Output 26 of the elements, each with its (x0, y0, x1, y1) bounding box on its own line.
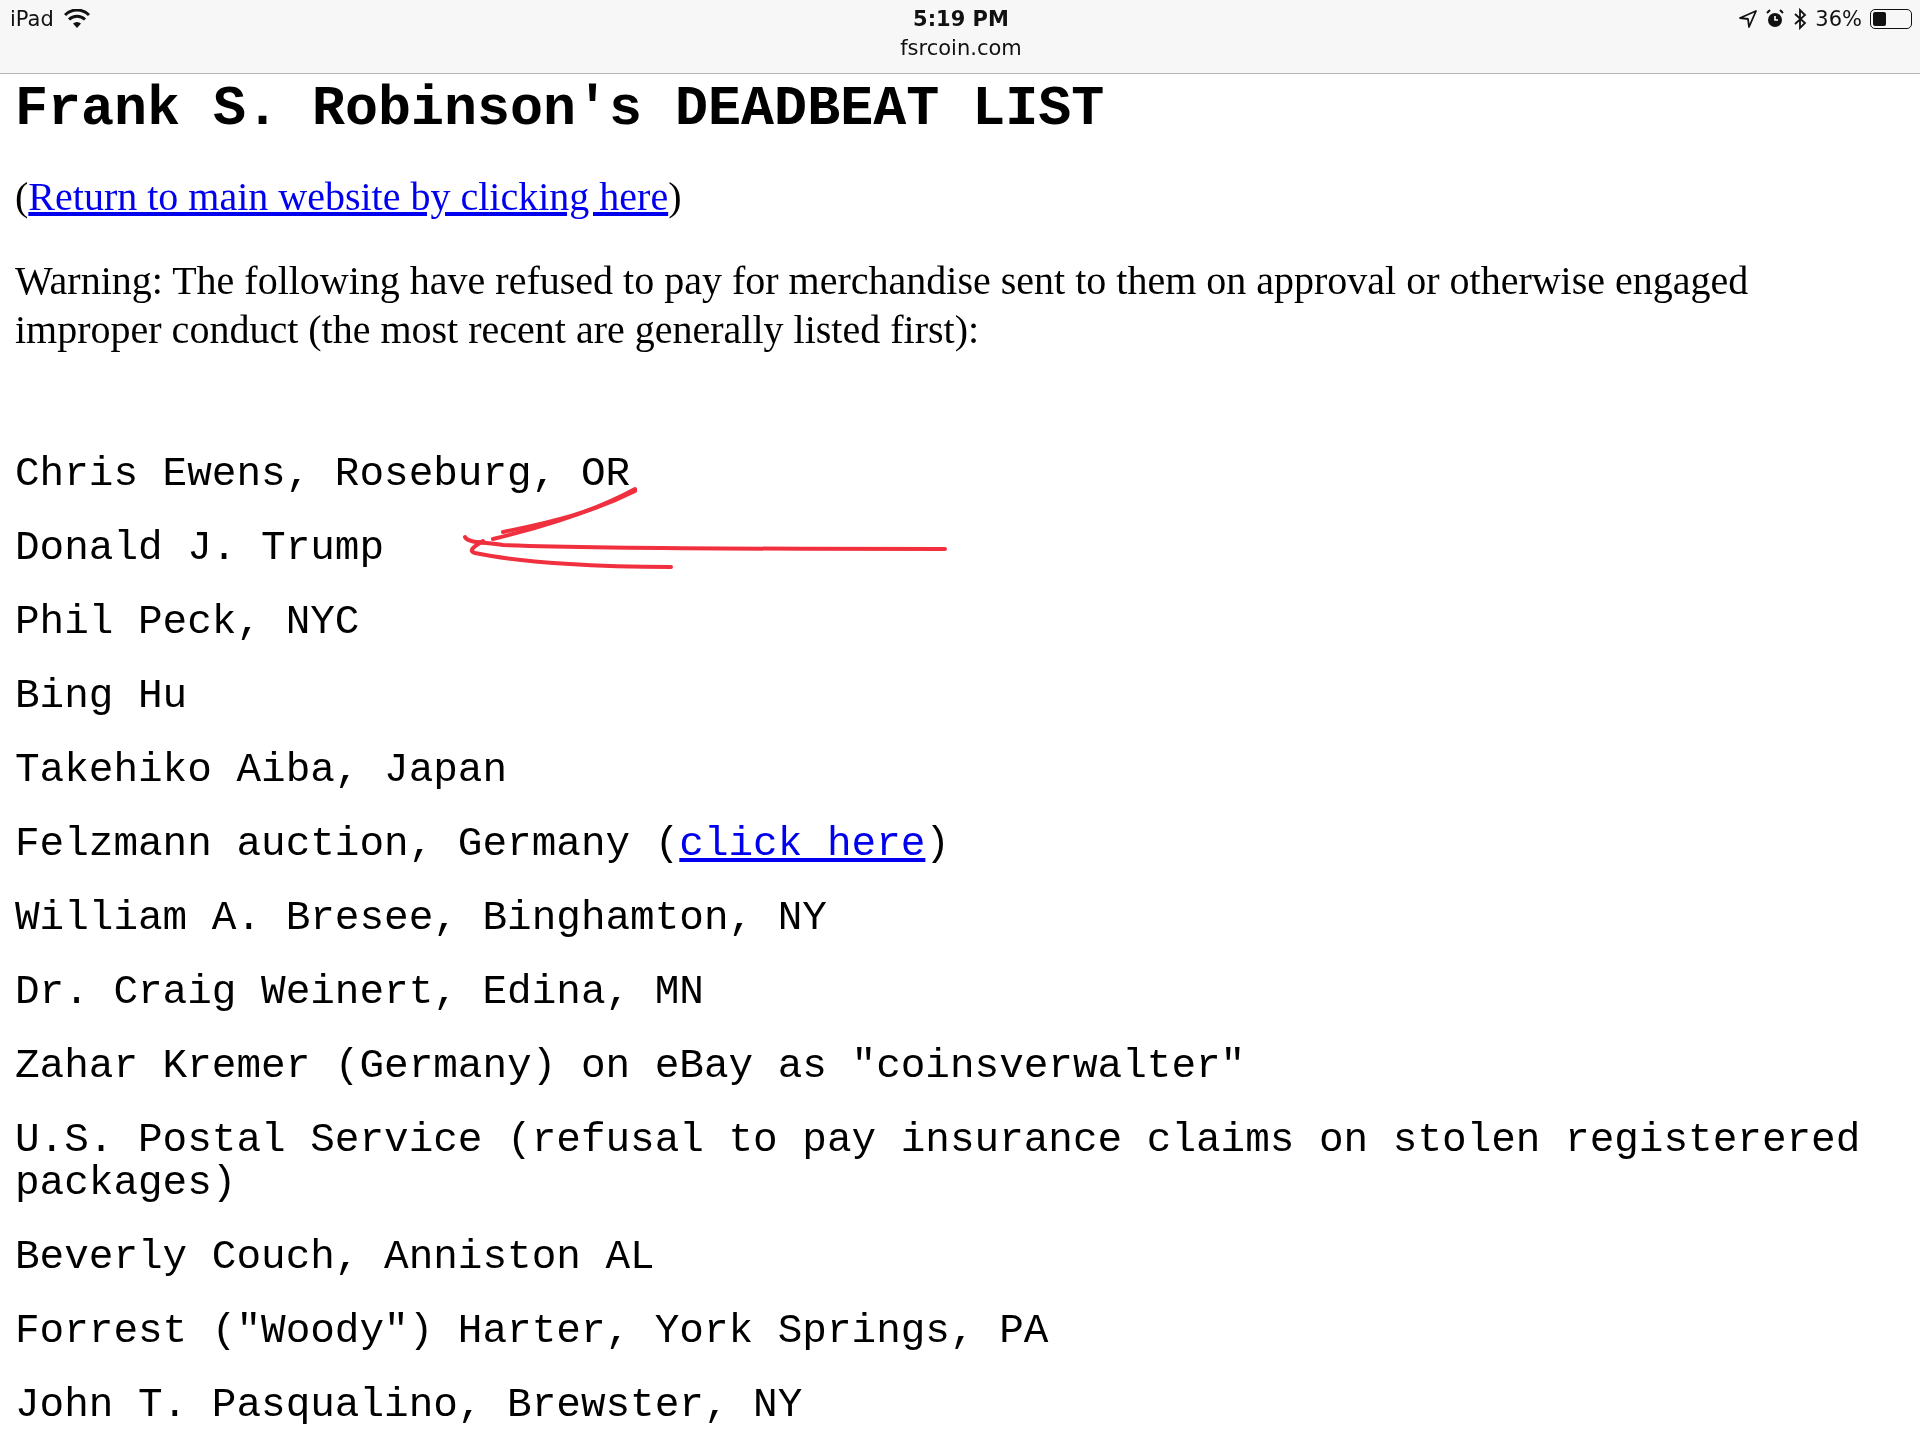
wifi-icon (63, 9, 90, 29)
deadbeat-entry: Zahar Kremer (Germany) on eBay as "coinsverwalter" (15, 1045, 1246, 1088)
deadbeat-entry: Forrest ("Woody") Harter, York Springs, PA (15, 1310, 1049, 1353)
warning-text: Warning: The following have refused to pay for merchandise sent to them on approval or otherwise engaged improper conduct (the most recent are generally listed first): (15, 257, 1750, 354)
details-link[interactable]: click here (679, 821, 926, 867)
bluetooth-icon (1793, 8, 1808, 30)
page-title: Frank S. Robinson's DEADBEAT LIST (15, 78, 1105, 142)
deadbeat-entry: William A. Bresee, Binghamton, NY (15, 897, 827, 940)
return-link[interactable]: Return to main website by clicking here (28, 174, 669, 219)
clock-time: 5:19 PM (913, 6, 1009, 33)
deadbeat-entry: John T. Pasqualino, Brewster, NY (15, 1384, 803, 1427)
deadbeat-entry: Takehiko Aiba, Japan (15, 749, 508, 792)
deadbeat-entry: U.S. Postal Service (refusal to pay insurance claims on stolen registerered packages) (15, 1119, 1862, 1205)
deadbeat-entry: Donald J. Trump (15, 527, 385, 570)
deadbeat-entry: Chris Ewens, Roseburg, OR (15, 453, 631, 496)
return-link-line: (Return to main website by clicking here) (15, 173, 682, 221)
deadbeat-entry: Dr. Craig Weinert, Edina, MN (15, 971, 704, 1014)
battery-percentage: 36% (1815, 7, 1862, 31)
deadbeat-entry: Felzmann auction, Germany (click here) (15, 823, 950, 866)
deadbeat-entry: Phil Peck, NYC (15, 601, 360, 644)
deadbeat-entry: Bing Hu (15, 675, 188, 718)
device-name: iPad (10, 7, 54, 31)
deadbeat-entry: Beverly Couch, Anniston AL (15, 1236, 655, 1279)
alarm-icon (1765, 9, 1786, 29)
address-bar[interactable]: fsrcoin.com (900, 33, 1022, 63)
location-icon (1739, 10, 1758, 28)
